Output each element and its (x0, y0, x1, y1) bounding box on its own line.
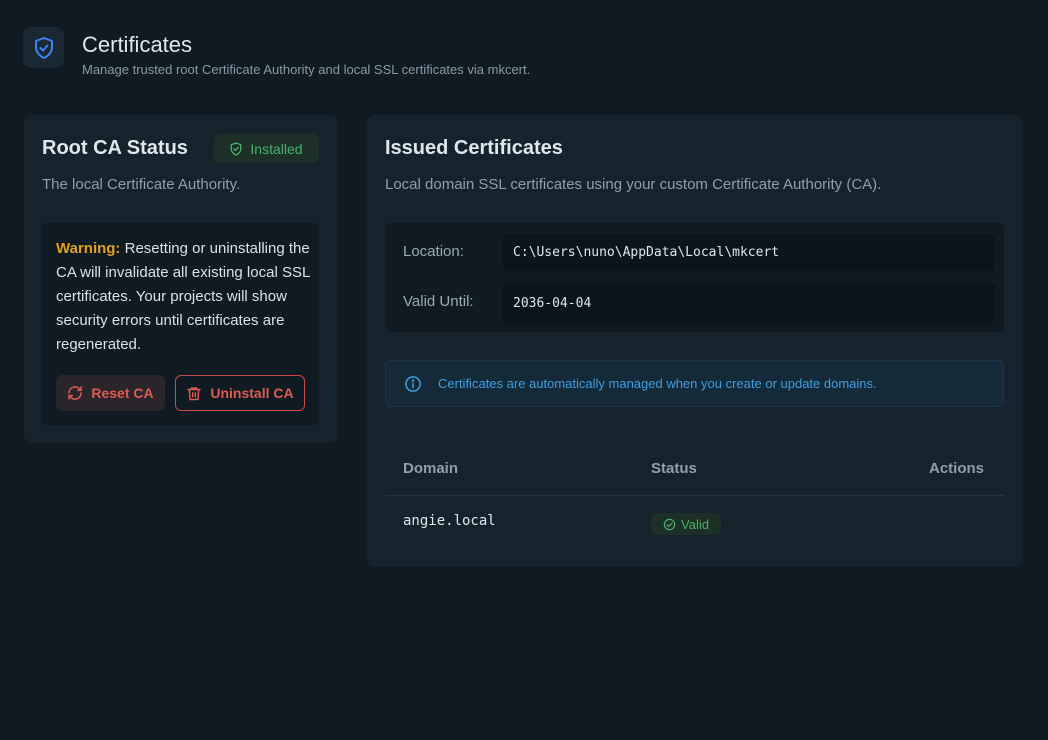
trash-icon (187, 386, 202, 400)
uninstall-ca-button[interactable]: Uninstall CA (175, 375, 305, 411)
reset-ca-button[interactable]: Reset CA (56, 375, 165, 411)
reset-ca-label: Reset CA (91, 385, 154, 401)
page-title: Certificates (82, 32, 193, 57)
installed-badge: Installed (214, 134, 319, 163)
page-subtitle: Manage trusted root Certificate Authorit… (82, 62, 531, 77)
check-circle-icon (663, 518, 676, 530)
issued-certificates-title: Issued Certificates (385, 137, 563, 159)
column-header-actions: Actions (929, 460, 985, 477)
installed-badge-label: Installed (250, 140, 303, 157)
shield-check-icon (230, 141, 242, 156)
root-ca-card: Root CA Status Installed The local Certi… (24, 115, 338, 443)
issued-certificates-description: Local domain SSL certificates using your… (385, 176, 882, 193)
root-ca-description: The local Certificate Authority. (42, 176, 241, 193)
issued-certificates-card: Issued Certificates Local domain SSL cer… (367, 115, 1023, 567)
location-value[interactable]: C:\Users\nuno\AppData\Local\mkcert (503, 234, 995, 271)
refresh-icon (68, 386, 83, 400)
notice-text: Certificates are automatically managed w… (438, 376, 877, 391)
ca-info-panel: Location: C:\Users\nuno\AppData\Local\mk… (385, 223, 1004, 332)
status-badge: Valid (651, 513, 721, 535)
status-badge-label: Valid (681, 516, 709, 532)
column-header-status: Status (651, 460, 697, 477)
row-domain: angie.local (403, 513, 496, 529)
shield-check-icon (34, 36, 53, 59)
valid-until-value[interactable]: 2036-04-04 (503, 283, 995, 323)
warning-label: Warning: (56, 240, 121, 257)
warning-text: Warning: Resetting or uninstalling the C… (56, 237, 314, 357)
uninstall-ca-label: Uninstall CA (210, 385, 294, 401)
warning-box: Warning: Resetting or uninstalling the C… (41, 223, 319, 425)
auto-managed-notice: Certificates are automatically managed w… (385, 360, 1004, 407)
column-header-domain: Domain (403, 460, 459, 477)
root-ca-title: Root CA Status (42, 137, 188, 159)
info-icon (405, 375, 421, 392)
header-icon-box (23, 27, 64, 68)
table-divider (385, 495, 1004, 496)
valid-until-label: Valid Until: (403, 293, 474, 310)
location-label: Location: (403, 243, 464, 260)
